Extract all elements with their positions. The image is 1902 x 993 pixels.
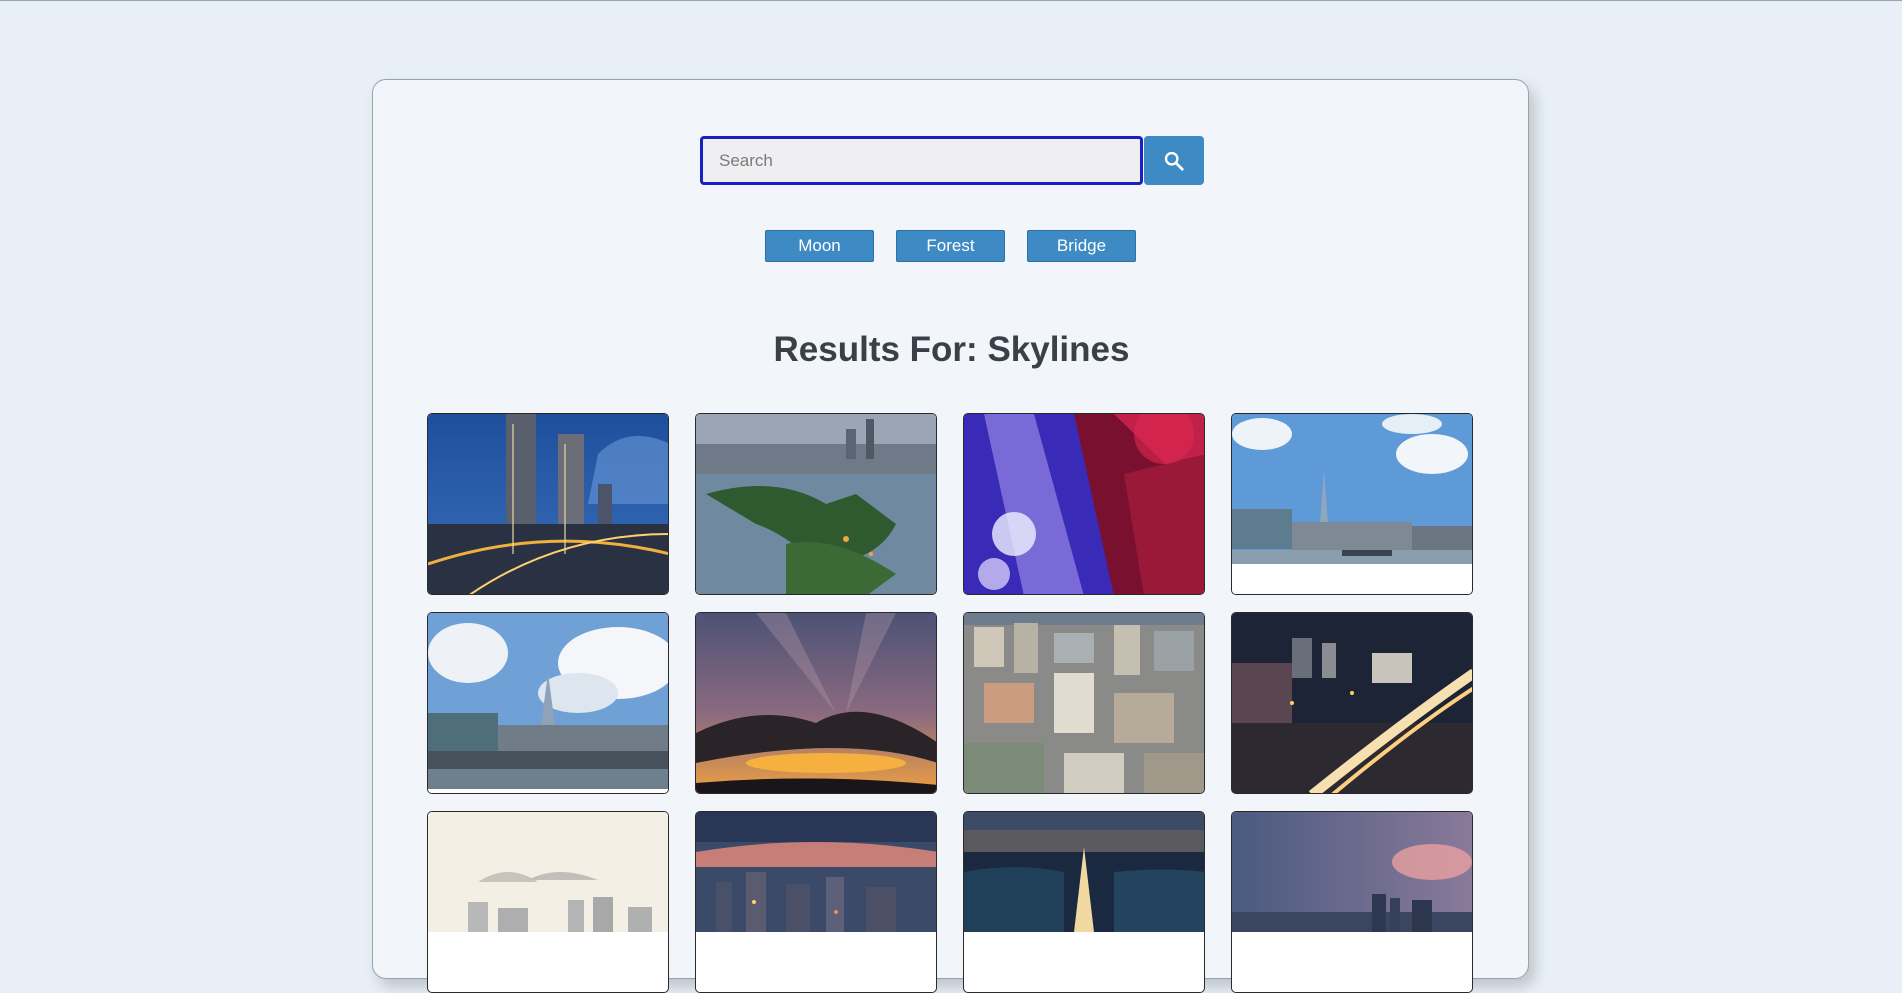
search-button[interactable]	[1144, 136, 1204, 185]
tag-moon-button[interactable]: Moon	[765, 230, 874, 262]
tag-bridge-button[interactable]: Bridge	[1027, 230, 1136, 262]
image-tile[interactable]	[427, 413, 669, 595]
search-input[interactable]	[700, 136, 1143, 185]
search-bar	[700, 136, 1204, 185]
image-tile[interactable]	[695, 811, 937, 993]
image-tile[interactable]	[427, 612, 669, 794]
image-tile[interactable]	[963, 413, 1205, 595]
results-card: Moon Forest Bridge Results For: Skylines	[372, 79, 1530, 993]
window-top-border	[0, 0, 1902, 1]
image-tile[interactable]	[1231, 413, 1473, 595]
suggestion-tags: Moon Forest Bridge	[765, 230, 1136, 262]
search-icon	[1164, 151, 1184, 171]
image-tile[interactable]	[427, 811, 669, 993]
image-tile[interactable]	[963, 811, 1205, 993]
results-query: Skylines	[987, 330, 1130, 369]
tag-forest-button[interactable]: Forest	[896, 230, 1005, 262]
image-tile[interactable]	[1231, 811, 1473, 993]
image-tile[interactable]	[695, 612, 937, 794]
image-tile[interactable]	[695, 413, 937, 595]
results-prefix: Results For:	[773, 330, 988, 369]
image-tile[interactable]	[963, 612, 1205, 794]
image-tile[interactable]	[1231, 612, 1473, 794]
results-heading: Results For: Skylines	[373, 330, 1530, 370]
image-grid	[427, 413, 1473, 993]
